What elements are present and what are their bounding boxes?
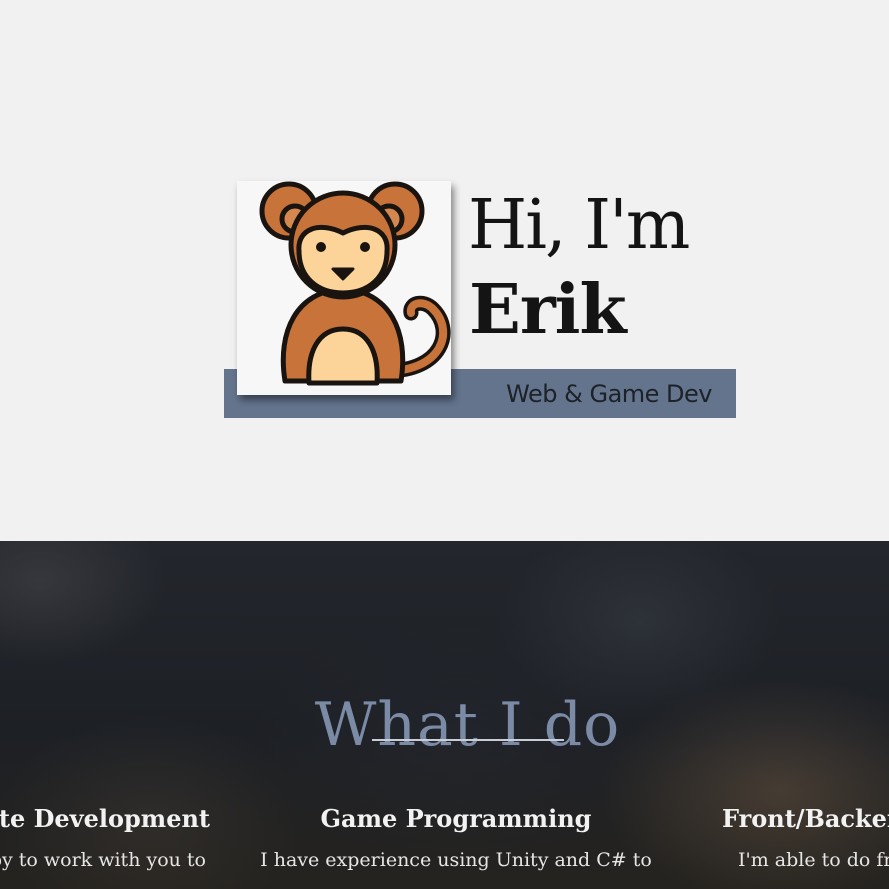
service-front-backend: Front/Backen I'm able to do fro	[700, 803, 889, 874]
service-description: I have experience using Unity and C# to	[260, 849, 652, 871]
hero-name: Erik	[469, 270, 627, 350]
what-i-do-section: What I do site Development ppy to work w…	[0, 541, 889, 889]
monkey-icon	[259, 181, 451, 386]
service-heading: Front/Backen	[722, 804, 889, 833]
hero-section: Web & Game Dev Hi, I'm Erik	[0, 0, 889, 541]
service-description: I'm able to do fro	[738, 849, 889, 871]
section-title: What I do	[314, 689, 621, 760]
service-heading: site Development	[0, 804, 210, 833]
service-description: ppy to work with you to	[0, 849, 206, 871]
service-heading: Game Programming	[320, 804, 592, 833]
service-game-programming: Game Programming I have experience using…	[256, 803, 656, 874]
hero-greeting: Hi, I'm	[468, 186, 690, 265]
title-divider	[372, 739, 564, 741]
service-website-development: site Development ppy to work with you to	[0, 803, 210, 874]
avatar	[237, 181, 451, 395]
